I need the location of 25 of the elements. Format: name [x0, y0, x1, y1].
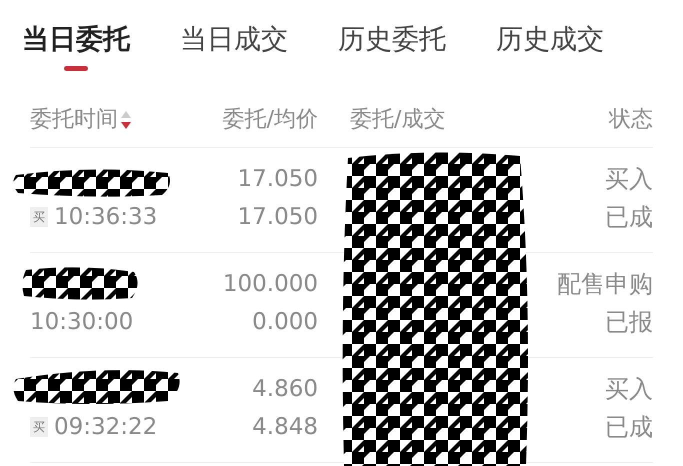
side-badge: 买 [30, 417, 48, 437]
table-cell-text: 17.050 [238, 203, 318, 232]
status-text: 已报 [605, 307, 653, 338]
sort-icon[interactable] [120, 110, 132, 130]
order-time: 10:36:33 [54, 203, 158, 232]
order-time: 09:32:22 [54, 413, 158, 442]
status-text: 配售申购 [557, 269, 653, 300]
tab[interactable]: 当日委托 [22, 22, 130, 71]
table-cell-text: 4.860 [252, 375, 318, 404]
table-cell-text: 17.050 [238, 165, 318, 194]
status-text: 买入 [605, 164, 653, 195]
table-cell-text: 0.000 [252, 308, 318, 337]
column-header: 委托/均价 [222, 106, 318, 134]
tab[interactable]: 当日成交 [180, 22, 288, 71]
table-cell-text: 4.848 [252, 413, 318, 442]
status-text: 买入 [605, 374, 653, 405]
side-badge: 买 [30, 207, 48, 227]
order-time: 10:30:00 [30, 308, 134, 337]
tab[interactable]: 历史成交 [496, 22, 604, 71]
status-text: 已成 [605, 412, 653, 443]
column-header: 委托/成交 [350, 106, 446, 134]
status-text: 已成 [605, 202, 653, 233]
tab[interactable]: 历史委托 [338, 22, 446, 71]
column-header: 状态 [609, 106, 653, 134]
table-cell-text: 100.000 [222, 270, 318, 299]
